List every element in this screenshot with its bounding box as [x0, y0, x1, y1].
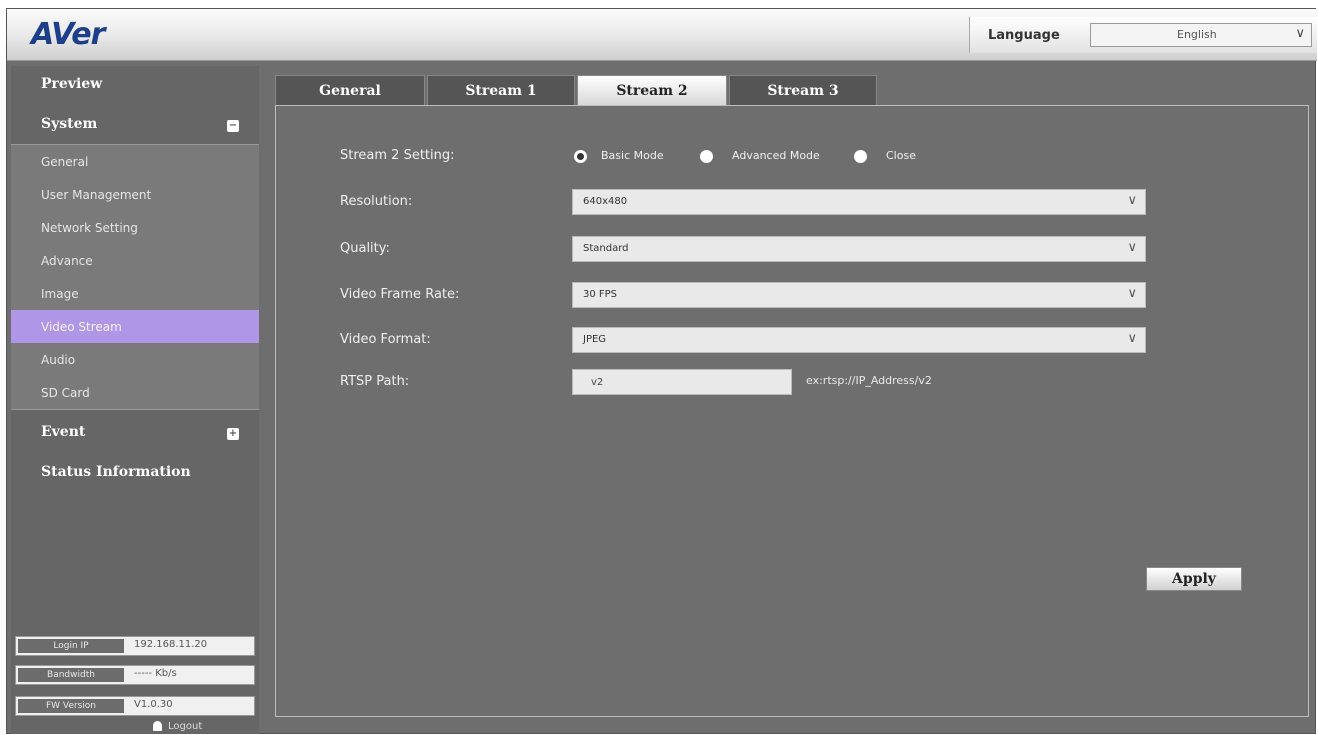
login-ip-row: Login IP 192.168.11.20	[15, 636, 255, 656]
nav-system-label: System	[41, 116, 98, 132]
format-label: Video Format:	[340, 332, 431, 347]
quality-select[interactable]: Standard ∨	[572, 236, 1146, 262]
chevron-down-icon: ∨	[1295, 26, 1305, 41]
language-select[interactable]: English ∨	[1090, 23, 1312, 47]
bandwidth-row: Bandwidth ----- Kb/s	[15, 665, 255, 685]
nav-preview[interactable]: Preview	[11, 66, 259, 102]
tab-general[interactable]: General	[275, 75, 425, 105]
tab-stream-1[interactable]: Stream 1	[427, 75, 575, 105]
chevron-down-icon: ∨	[1127, 331, 1137, 346]
apply-button[interactable]: Apply	[1146, 567, 1242, 591]
quality-value: Standard	[583, 243, 629, 254]
rtsp-path-input[interactable]: v2	[572, 369, 792, 395]
logout-label: Logout	[168, 721, 203, 732]
nav-event-label: Event	[41, 424, 86, 440]
sidebar-item-general[interactable]: General	[11, 145, 259, 178]
collapse-icon[interactable]: −	[227, 120, 239, 132]
language-box: Language English ∨	[969, 17, 1317, 53]
sidebar-item-network-setting[interactable]: Network Setting	[11, 211, 259, 244]
nav-system[interactable]: System −	[11, 106, 259, 142]
fw-version-row: FW Version V1.0.30	[15, 696, 255, 716]
login-ip-value: 192.168.11.20	[134, 639, 208, 650]
sidebar-item-advance[interactable]: Advance	[11, 244, 259, 277]
chevron-down-icon: ∨	[1127, 240, 1137, 255]
expand-icon[interactable]: +	[227, 428, 239, 440]
frame-rate-value: 30 FPS	[583, 289, 618, 300]
bandwidth-value: ----- Kb/s	[134, 668, 177, 679]
stream-settings-panel: Stream 2 Setting: Basic Mode Advanced Mo…	[275, 105, 1309, 717]
tab-stream-2[interactable]: Stream 2	[577, 75, 727, 105]
user-icon	[153, 721, 162, 731]
format-value: JPEG	[583, 334, 607, 345]
frame-rate-label: Video Frame Rate:	[340, 287, 460, 302]
radio-advanced-mode[interactable]	[700, 150, 713, 163]
resolution-label: Resolution:	[340, 194, 413, 209]
rtsp-path-hint: ex:rtsp://IP_Address/v2	[806, 374, 932, 387]
radio-advanced-mode-label: Advanced Mode	[732, 149, 820, 162]
login-ip-label: Login IP	[18, 639, 124, 653]
language-label: Language	[988, 28, 1060, 43]
radio-close-label: Close	[886, 149, 916, 162]
nav-status-information[interactable]: Status Information	[11, 454, 259, 490]
sidebar-item-user-management[interactable]: User Management	[11, 178, 259, 211]
sidebar-item-audio[interactable]: Audio	[11, 343, 259, 376]
bandwidth-label: Bandwidth	[18, 668, 124, 682]
frame-rate-select[interactable]: 30 FPS ∨	[572, 282, 1146, 308]
format-select[interactable]: JPEG ∨	[572, 327, 1146, 353]
rtsp-label: RTSP Path:	[340, 374, 410, 389]
chevron-down-icon: ∨	[1127, 193, 1137, 208]
sidebar: Preview System − General User Management…	[11, 66, 259, 734]
stream-setting-label: Stream 2 Setting:	[340, 148, 455, 163]
fw-version-label: FW Version	[18, 699, 124, 713]
quality-label: Quality:	[340, 241, 390, 256]
radio-close[interactable]	[854, 150, 867, 163]
sidebar-item-video-stream[interactable]: Video Stream	[11, 310, 259, 343]
radio-basic-mode[interactable]	[574, 150, 587, 163]
sidebar-item-sd-card[interactable]: SD Card	[11, 376, 259, 409]
header-bar: AVer Language English ∨	[7, 9, 1317, 61]
language-value: English	[1177, 28, 1217, 41]
app-window: AVer Language English ∨ Preview System −…	[6, 8, 1317, 734]
sidebar-item-image[interactable]: Image	[11, 277, 259, 310]
rtsp-path-value: v2	[591, 377, 604, 388]
resolution-select[interactable]: 640x480 ∨	[572, 189, 1146, 215]
chevron-down-icon: ∨	[1127, 286, 1137, 301]
nav-event[interactable]: Event +	[11, 414, 259, 450]
radio-basic-mode-label: Basic Mode	[601, 149, 664, 162]
logout-link[interactable]: Logout	[153, 721, 202, 732]
fw-version-value: V1.0.30	[134, 699, 173, 710]
tab-stream-3[interactable]: Stream 3	[729, 75, 877, 105]
aver-logo: AVer	[31, 17, 105, 52]
resolution-value: 640x480	[583, 196, 628, 207]
system-submenu: General User Management Network Setting …	[11, 144, 259, 410]
